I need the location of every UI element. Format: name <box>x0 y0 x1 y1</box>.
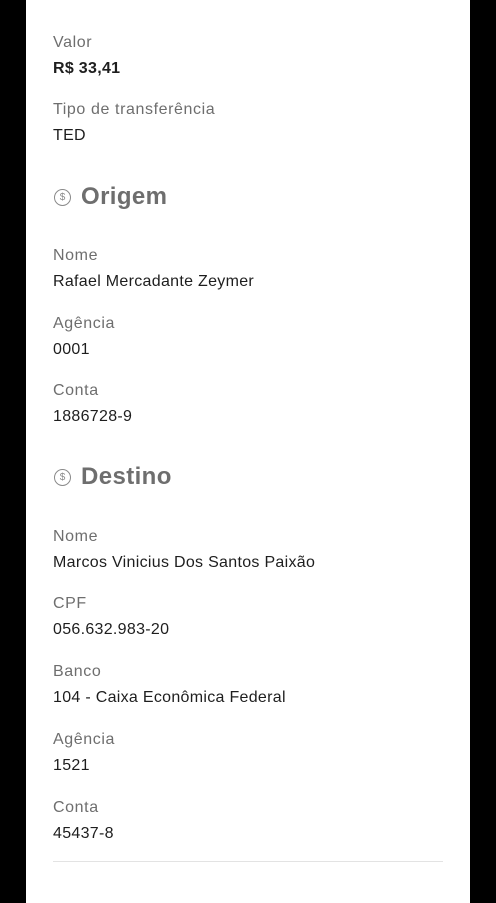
origem-conta-label: Conta <box>53 382 99 399</box>
origem-conta-value: 1886728-9 <box>53 408 133 425</box>
destino-conta-value: 45437-8 <box>53 825 114 842</box>
destino-conta-label: Conta <box>53 799 99 816</box>
destino-agencia-field: Agência 1521 <box>53 730 115 776</box>
valor-label: Valor <box>53 34 93 51</box>
destino-agencia-label: Agência <box>53 731 116 748</box>
origem-title: Origem <box>81 183 168 210</box>
origem-nome-label: Nome <box>53 247 99 264</box>
destino-cpf-value: 056.632.983-20 <box>53 621 170 638</box>
destino-section-title: $ Destino <box>53 462 172 492</box>
destino-banco-label: Banco <box>53 663 102 680</box>
tipo-transferencia-field: Tipo de transferência TED <box>53 100 215 146</box>
destino-nome-label: Nome <box>53 528 99 545</box>
destino-cpf-label: CPF <box>53 595 87 612</box>
destino-nome-field: Nome Marcos Vinicius Dos Santos Paixão <box>53 527 315 573</box>
destino-banco-value: 104 - Caixa Econômica Federal <box>53 689 286 706</box>
destino-conta-field: Conta 45437-8 <box>53 798 114 844</box>
destino-title: Destino <box>81 463 172 490</box>
tipo-transferencia-label: Tipo de transferência <box>53 101 216 118</box>
divider <box>53 861 443 862</box>
origem-nome-field: Nome Rafael Mercadante Zeymer <box>53 246 254 292</box>
origem-agencia-field: Agência 0001 <box>53 314 115 360</box>
destino-banco-field: Banco 104 - Caixa Econômica Federal <box>53 662 286 708</box>
origem-agencia-value: 0001 <box>53 341 90 358</box>
dollar-circle-icon: $ <box>54 188 71 206</box>
valor-value: R$ 33,41 <box>53 60 121 77</box>
destino-agencia-value: 1521 <box>53 757 90 774</box>
receipt-screen: Valor R$ 33,41 Tipo de transferência TED… <box>26 0 470 903</box>
origem-agencia-label: Agência <box>53 315 116 332</box>
dollar-circle-icon: $ <box>54 468 71 486</box>
destino-cpf-field: CPF 056.632.983-20 <box>53 594 169 640</box>
origem-section-title: $ Origem <box>53 182 167 212</box>
origem-conta-field: Conta 1886728-9 <box>53 381 132 427</box>
tipo-transferencia-value: TED <box>53 127 86 144</box>
valor-field: Valor R$ 33,41 <box>53 33 120 79</box>
origem-nome-value: Rafael Mercadante Zeymer <box>53 273 255 290</box>
destino-nome-value: Marcos Vinicius Dos Santos Paixão <box>53 554 316 571</box>
